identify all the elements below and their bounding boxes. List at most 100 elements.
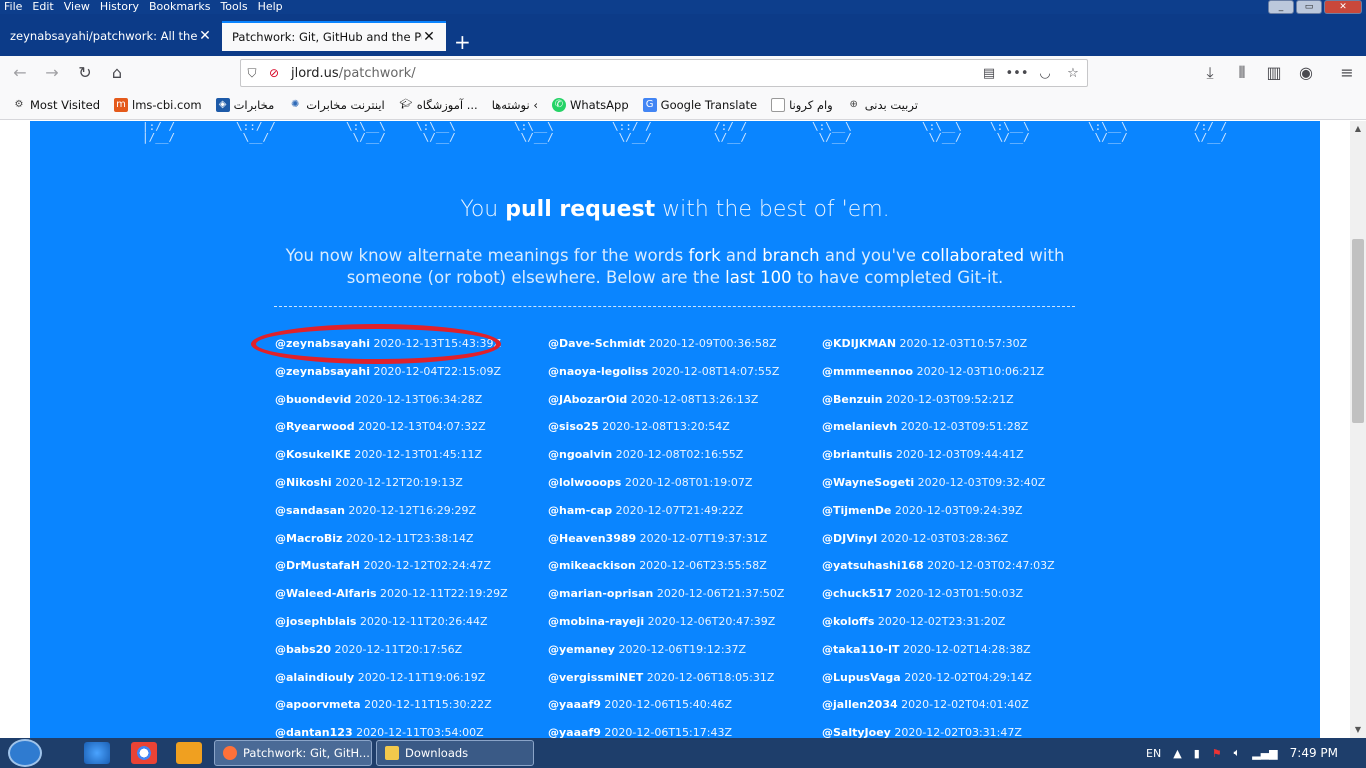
close-tab-icon[interactable]: ✕ [198, 28, 212, 44]
completion-username[interactable]: @ngoalvin [548, 448, 612, 461]
completion-username[interactable]: @vergissmiNET [548, 671, 643, 684]
chrome-icon[interactable] [131, 742, 157, 764]
internet-explorer-icon[interactable] [84, 742, 110, 764]
sidebar-icon[interactable]: ▥ [1262, 62, 1286, 84]
completion-username[interactable]: @josephblais [275, 615, 356, 628]
reload-icon[interactable]: ↻ [73, 62, 97, 84]
menu-file[interactable]: File [0, 0, 26, 14]
completion-username[interactable]: @mikeackison [548, 559, 636, 572]
bookmark-lms-cbi[interactable]: m lms-cbi.com [114, 97, 202, 112]
completion-username[interactable]: @yaaaf9 [548, 726, 601, 738]
home-icon[interactable]: ⌂ [105, 62, 129, 84]
account-icon[interactable]: ◉ [1294, 62, 1318, 84]
restore-button[interactable]: ▭ [1296, 0, 1322, 14]
completion-username[interactable]: @taka110-IT [822, 643, 900, 656]
completion-username[interactable]: @briantulis [822, 448, 893, 461]
minimize-button[interactable]: _ [1268, 0, 1294, 14]
menu-help[interactable]: Help [254, 0, 287, 14]
completion-username[interactable]: @babs20 [275, 643, 331, 656]
completion-username[interactable]: @siso25 [548, 420, 599, 433]
flag-icon[interactable]: ⚑ [1212, 747, 1222, 760]
bookmark-corona-loan[interactable]: وام کرونا [771, 97, 833, 112]
completion-username[interactable]: @sandasan [275, 504, 345, 517]
completion-username[interactable]: @lolwooops [548, 476, 621, 489]
bookmark-most-visited[interactable]: ⚙ Most Visited [12, 98, 100, 112]
menu-bookmarks[interactable]: Bookmarks [145, 0, 214, 14]
completion-username[interactable]: @DJVinyl [822, 532, 877, 545]
tab-patchwork[interactable]: Patchwork: Git, GitHub and the Pursuit ✕ [222, 21, 446, 51]
volume-icon[interactable]: 🔈︎ [1234, 746, 1241, 760]
completion-username[interactable]: @WayneSogeti [822, 476, 914, 489]
completion-username[interactable]: @TijmenDe [822, 504, 891, 517]
new-tab-icon[interactable]: + [454, 32, 471, 52]
page-actions-icon[interactable]: ••• [1003, 66, 1031, 81]
completion-username[interactable]: @buondevid [275, 393, 351, 406]
scroll-down-icon[interactable]: ▼ [1350, 722, 1366, 738]
page-scrollbar[interactable]: ▲ ▼ [1350, 121, 1366, 738]
completion-username[interactable]: @dantan123 [275, 726, 353, 738]
close-tab-icon[interactable]: ✕ [422, 29, 436, 45]
bookmark-posts[interactable]: نوشته‌ها ‹ [492, 98, 538, 112]
completion-username[interactable]: @melanievh [822, 420, 897, 433]
completion-username[interactable]: @yatsuhashi168 [822, 559, 924, 572]
completion-username[interactable]: @mobina-rayeji [548, 615, 644, 628]
menu-view[interactable]: View [60, 0, 94, 14]
bookmark-telecom[interactable]: ◈ مخابرات [215, 97, 274, 112]
completion-username[interactable]: @Ryearwood [275, 420, 355, 433]
completion-username[interactable]: @Heaven3989 [548, 532, 636, 545]
completion-username[interactable]: @koloffs [822, 615, 874, 628]
menu-history[interactable]: History [96, 0, 143, 14]
menu-tools[interactable]: Tools [216, 0, 251, 14]
completion-username[interactable]: @apoorvmeta [275, 698, 361, 711]
completion-username[interactable]: @LupusVaga [822, 671, 901, 684]
completion-username[interactable]: @KosukeIKE [275, 448, 351, 461]
completion-username[interactable]: @SaltyJoey [822, 726, 891, 738]
back-icon[interactable]: ← [8, 62, 32, 84]
completion-username[interactable]: @alaindiouly [275, 671, 354, 684]
scroll-thumb[interactable] [1352, 239, 1364, 423]
start-button[interactable] [8, 739, 42, 767]
bookmark-whatsapp[interactable]: ✆ WhatsApp [551, 97, 629, 112]
forward-icon[interactable]: → [40, 62, 64, 84]
completion-username[interactable]: @Waleed-Alfaris [275, 587, 377, 600]
url-text[interactable]: jlord.us/patchwork/ [291, 66, 975, 81]
media-player-icon[interactable] [176, 742, 202, 764]
bookmark-star-icon[interactable]: ☆ [1059, 66, 1087, 81]
network-icon[interactable]: ▂▄▆ [1252, 747, 1277, 760]
insecure-lock-icon[interactable]: ⊘ [263, 66, 285, 80]
completion-username[interactable]: @MacroBiz [275, 532, 342, 545]
hamburger-menu-icon[interactable]: ≡ [1335, 62, 1359, 84]
menu-edit[interactable]: Edit [28, 0, 57, 14]
completion-username[interactable]: @ham-cap [548, 504, 612, 517]
completion-username[interactable]: @Dave-Schmidt [548, 337, 645, 350]
completion-username[interactable]: @Nikoshi [275, 476, 332, 489]
clock[interactable]: 7:49 PM [1290, 746, 1338, 760]
completion-username[interactable]: @yemaney [548, 643, 615, 656]
completion-username[interactable]: @chuck517 [822, 587, 892, 600]
completion-username[interactable]: @DrMustafaH [275, 559, 360, 572]
shield-icon[interactable]: ⛉ [241, 66, 263, 81]
library-icon[interactable]: ⫴ [1230, 62, 1254, 84]
completion-username[interactable]: @Benzuin [822, 393, 883, 406]
pocket-icon[interactable]: ◡ [1031, 66, 1059, 81]
completion-username[interactable]: @naoya-legoliss [548, 365, 648, 378]
downloads-icon[interactable]: ⤓ [1198, 62, 1222, 84]
completion-username[interactable]: @zeynabsayahi [275, 365, 370, 378]
completion-username[interactable]: @mmmeennoo [822, 365, 913, 378]
completion-username[interactable]: @marian-oprisan [548, 587, 653, 600]
bookmark-physical-education[interactable]: ⊕ تربیت بدنی [847, 98, 918, 112]
url-bar[interactable]: ⛉ ⊘ jlord.us/patchwork/ ▤ ••• ◡ ☆ [240, 59, 1088, 87]
bookmark-google-translate[interactable]: G Google Translate [642, 97, 757, 112]
taskbar-downloads-window[interactable]: Downloads [376, 740, 534, 766]
taskbar-firefox-window[interactable]: Patchwork: Git, GitH... [214, 740, 372, 766]
completion-username[interactable]: @yaaaf9 [548, 698, 601, 711]
completion-username[interactable]: @KDIJKMAN [822, 337, 896, 350]
bookmark-school[interactable]: 🎓︎ آموزشگاه ... [399, 98, 477, 112]
reader-view-icon[interactable]: ▤ [975, 66, 1003, 81]
show-hidden-icons-icon[interactable]: ▲ [1173, 747, 1181, 760]
scroll-up-icon[interactable]: ▲ [1350, 121, 1366, 137]
completion-username[interactable]: @JAbozarOid [548, 393, 627, 406]
close-window-button[interactable]: ✕ [1324, 0, 1362, 14]
tab-github-repo[interactable]: zeynabsayahi/patchwork: All the G ✕ [0, 21, 222, 51]
language-indicator[interactable]: EN [1146, 747, 1161, 760]
